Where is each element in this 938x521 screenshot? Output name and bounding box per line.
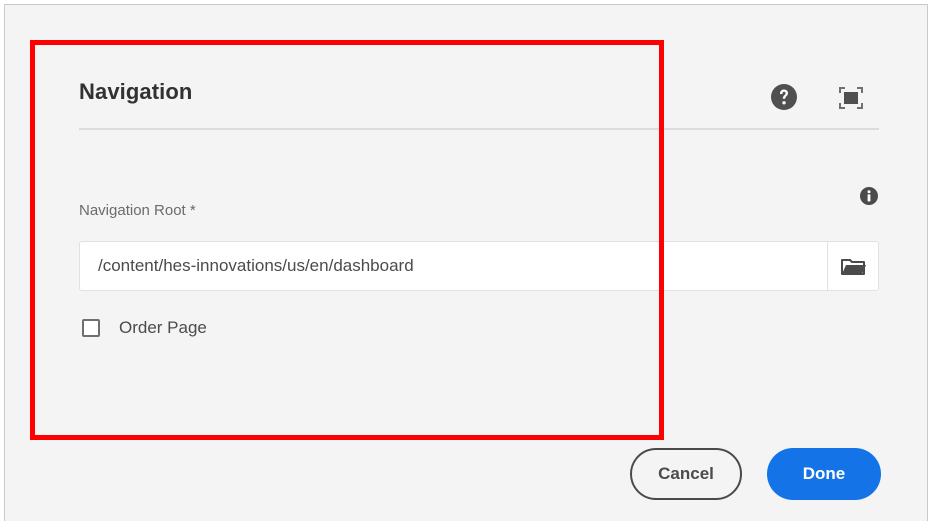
header-divider [79,128,879,130]
order-page-label: Order Page [119,318,207,337]
info-icon[interactable] [858,185,880,207]
navigation-root-input[interactable] [79,241,827,291]
fullscreen-icon[interactable] [837,85,865,111]
folder-icon [841,259,866,275]
navigation-root-label: Navigation Root * [79,202,196,219]
order-page-checkbox[interactable] [82,319,100,337]
help-circle-icon[interactable] [770,83,798,111]
cancel-button[interactable]: Cancel [630,448,742,500]
navigation-dialog: Navigation Navigation Root * /content/he… [4,4,928,521]
browse-path-button[interactable] [827,241,879,291]
order-page-option[interactable]: Order Page [82,318,207,338]
done-button[interactable]: Done [767,448,881,500]
dialog-title: Navigation [79,79,193,104]
